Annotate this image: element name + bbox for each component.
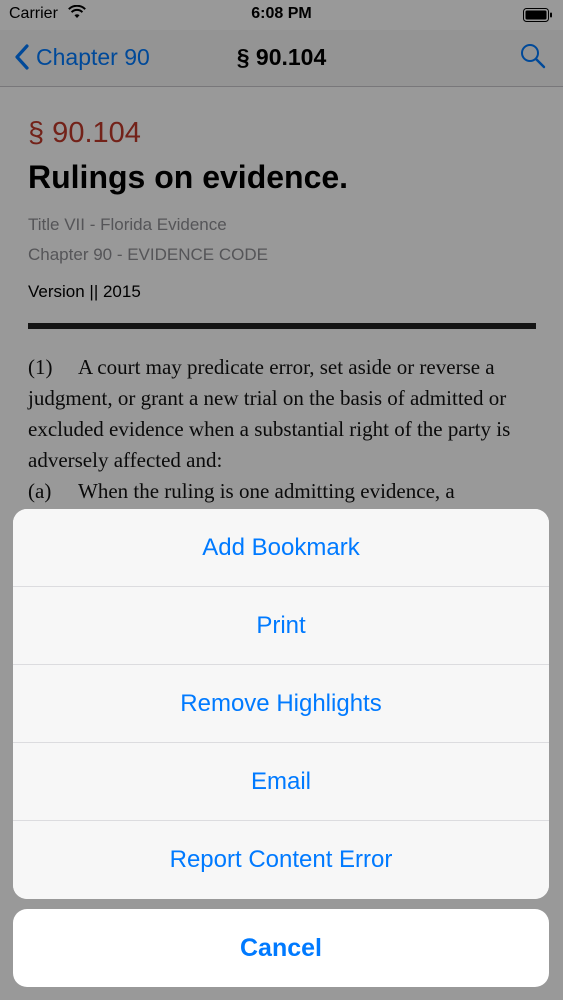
remove-highlights-button[interactable]: Remove Highlights	[13, 665, 549, 743]
add-bookmark-button[interactable]: Add Bookmark	[13, 509, 549, 587]
print-button[interactable]: Print	[13, 587, 549, 665]
report-content-error-button[interactable]: Report Content Error	[13, 821, 549, 899]
cancel-button[interactable]: Cancel	[13, 909, 549, 987]
email-button[interactable]: Email	[13, 743, 549, 821]
action-sheet: Add Bookmark Print Remove Highlights Ema…	[13, 509, 549, 899]
